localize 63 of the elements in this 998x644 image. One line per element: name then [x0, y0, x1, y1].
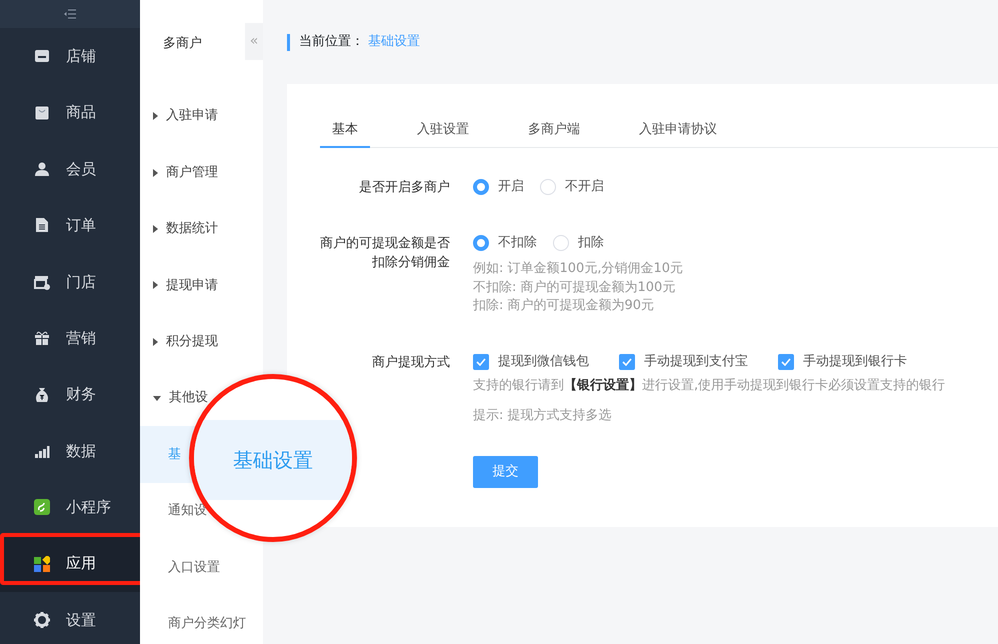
menu-item[interactable]: 商户分类幻灯 — [168, 614, 246, 634]
sidebar-item[interactable]: 数据 — [0, 422, 140, 480]
field-label: 商户提现方式 — [371, 354, 450, 372]
option-label: 扣除 — [578, 234, 604, 252]
option-label: 开启 — [498, 178, 524, 196]
check-icon — [781, 358, 791, 366]
help-text: 支持的银行请到【银行设置】进行设置,使用手动提现到银行卡必须设置支持的银行 — [473, 376, 946, 394]
menu-group-label[interactable]: 提现申请 — [166, 276, 218, 296]
menu-group-label[interactable]: 商户管理 — [166, 162, 218, 182]
mini-program-icon — [34, 499, 50, 516]
sidebar-item[interactable]: 门店 — [0, 254, 140, 310]
option-label: 不扣除 — [498, 234, 537, 252]
checkbox[interactable] — [473, 354, 489, 370]
storefront-icon — [34, 274, 50, 290]
bag-icon — [34, 104, 50, 121]
help-text: 不扣除: 商户的可提现金额为100元 — [473, 278, 676, 296]
caret-right-icon — [153, 112, 158, 120]
sidebar-item[interactable]: 店铺 — [0, 28, 140, 84]
caret-right-icon — [153, 338, 158, 346]
document-icon — [34, 217, 50, 234]
apps-icon — [34, 556, 50, 572]
option-label: 提现到微信钱包 — [498, 352, 589, 371]
sidebar-item[interactable]: 商品 — [0, 84, 140, 141]
radio-button[interactable] — [473, 179, 489, 195]
tab[interactable]: 基本 — [320, 114, 370, 148]
sidebar-item[interactable]: 营销 — [0, 310, 140, 366]
help-text: 例如: 订单金额100元,分销佣金10元 — [473, 260, 683, 278]
option-label: 手动提现到支付宝 — [644, 352, 748, 371]
tab[interactable]: 入驻设置 — [405, 114, 481, 148]
money-bag-icon — [34, 386, 50, 403]
menu-group-label[interactable]: 积分提现 — [166, 332, 218, 352]
sidebar-item[interactable]: 小程序 — [0, 479, 140, 536]
radio-button[interactable] — [473, 235, 489, 251]
sidebar-item[interactable]: 设置 — [0, 592, 140, 644]
menu-collapse-icon — [64, 9, 76, 19]
option-label: 手动提现到银行卡 — [803, 352, 907, 371]
caret-right-icon — [153, 224, 158, 233]
field-label: 商户的可提现金额是否扣除分销佣金 — [320, 235, 450, 272]
menu-item[interactable]: 入口设置 — [168, 558, 220, 578]
checkbox[interactable] — [619, 354, 635, 370]
caret-right-icon — [153, 168, 158, 177]
settings-icon — [34, 612, 50, 628]
help-text: 扣除: 商户的可提现金额为90元 — [473, 297, 656, 315]
store-icon — [34, 48, 50, 64]
hint-text: 提示: 提现方式支持多选 — [473, 407, 613, 425]
caret-right-icon — [153, 281, 158, 290]
section-title: 多商户 — [163, 35, 202, 54]
check-icon — [476, 358, 486, 366]
sidebar-item[interactable]: 订单 — [0, 197, 140, 254]
field-label: 是否开启多商户 — [358, 179, 450, 197]
breadcrumb-label: 当前位置： — [299, 33, 364, 52]
sidebar-item[interactable]: 财务 — [0, 366, 140, 423]
menu-group-label[interactable]: 入驻申请 — [166, 106, 218, 126]
menu-group-label[interactable]: 数据统计 — [166, 219, 218, 239]
user-icon — [34, 160, 50, 177]
check-icon — [622, 358, 632, 366]
tab[interactable]: 多商户端 — [516, 114, 592, 148]
tab[interactable]: 入驻申请协议 — [627, 114, 729, 148]
caret-down-icon — [153, 396, 161, 401]
gift-icon — [34, 330, 50, 346]
checkbox[interactable] — [778, 354, 794, 370]
option-label: 不开启 — [565, 178, 604, 196]
sidebar-item[interactable]: 会员 — [0, 140, 140, 198]
